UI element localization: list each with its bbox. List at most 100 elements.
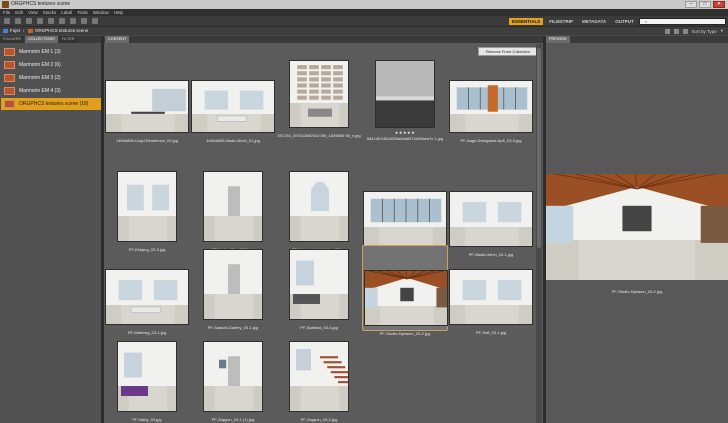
thumbnail[interactable]: PF-Maleveg_03-1.jpg xyxy=(104,245,190,335)
thumbnail-filename: PF-Zappon_03-1 (1).jpg xyxy=(211,417,255,422)
preview-image[interactable] xyxy=(546,174,728,280)
collection-item[interactable]: Marmorin EM 4 (3) xyxy=(1,85,101,97)
thumbnail[interactable]: ★★★★★ 6841d57d51d526a64a6574e05bea7c 1.jp… xyxy=(362,56,448,141)
breadcrumb-root[interactable]: Fujet xyxy=(10,28,20,33)
camera-icon[interactable] xyxy=(37,18,43,24)
thumbnail[interactable]: PF-Mads-Ulrich_03-1.jpg xyxy=(448,167,534,257)
toolbar: ESSENTIALS FILMSTRIP METADATA OUTPUT ⌕ xyxy=(0,16,728,27)
thumbnail-image[interactable] xyxy=(375,60,435,128)
thumbnail-filename: PF-Spallard_03-4.jpg xyxy=(300,325,338,330)
menu-view[interactable]: View xyxy=(28,10,38,15)
forward-icon[interactable] xyxy=(15,18,21,24)
back-icon[interactable] xyxy=(4,18,10,24)
thumbnail[interactable]: PF-Holgaard-Arkitekter_03.jpg xyxy=(276,167,362,253)
preview-panel: PREVIEW PF-Studio-Nyhamn_03-2.jpg xyxy=(546,36,728,423)
search-input[interactable]: ⌕ xyxy=(639,18,726,25)
scrollbar-thumb[interactable] xyxy=(537,48,541,248)
maximize-button[interactable]: □ xyxy=(699,1,711,8)
close-button[interactable]: ✕ xyxy=(713,1,725,8)
collection-item[interactable]: Marmorin EM 2 (6) xyxy=(1,59,101,71)
thumbnail[interactable]: PF-Esbjerg_03-3.jpg xyxy=(104,167,190,253)
rating-stars[interactable]: ★★★★★ xyxy=(362,130,448,135)
thumbnail-filename: PF-Maleveg_03-1.jpg xyxy=(127,330,167,335)
thumbnail-image[interactable] xyxy=(117,171,177,242)
menu-label[interactable]: Label xyxy=(61,10,72,15)
search-icon: ⌕ xyxy=(645,19,648,24)
thumbnail[interactable]: PF-Zappon_03-1 (1).jpg xyxy=(190,337,276,423)
minimize-button[interactable]: – xyxy=(685,1,697,8)
workspace-metadata[interactable]: METADATA xyxy=(579,18,609,25)
workspace-output[interactable]: OUTPUT xyxy=(612,18,637,25)
stars-filter-icon[interactable] xyxy=(664,28,670,34)
thumbnail[interactable]: PF-Hafen-City_03-3.jpg xyxy=(190,167,276,253)
thumbnail[interactable]: PF-Spallard_03-4.jpg xyxy=(276,245,362,331)
sort-by-label[interactable]: Sort by Type xyxy=(692,29,717,34)
content-panel: CONTENT Remove From Collection 1460a659-… xyxy=(104,36,543,423)
thumbnail[interactable]: 1460a659-Lloyd-Residence_02.jpg xyxy=(104,56,190,143)
toolbar-icons xyxy=(4,18,98,24)
thumbnail-image[interactable] xyxy=(203,341,263,412)
window-title: ORGPHCS textures scene xyxy=(11,1,71,7)
thumbnail-image[interactable] xyxy=(203,249,263,320)
menu-window[interactable]: Window xyxy=(93,10,109,15)
thumbnail-image[interactable] xyxy=(363,191,447,247)
thumbnail-image[interactable] xyxy=(191,80,275,133)
tab-filter[interactable]: FILTER xyxy=(58,36,78,43)
thumbnail-filename: PF-Saatchi-Gallery_03-1.jpg xyxy=(207,325,259,330)
folder-icon[interactable] xyxy=(26,18,32,24)
menu-help[interactable]: Help xyxy=(114,10,123,15)
collection-icon xyxy=(28,29,33,33)
menu-file[interactable]: File xyxy=(3,10,10,15)
thumbnail[interactable]: PF-Studio-Nyhamn_03-2.jpg xyxy=(362,245,448,336)
rotate-left-icon[interactable] xyxy=(70,18,76,24)
thumbnail[interactable]: PF-Valby_03.jpg xyxy=(104,337,190,423)
tab-collections[interactable]: COLLECTIONS xyxy=(24,36,58,43)
workspace-essentials[interactable]: ESSENTIALS xyxy=(509,18,544,25)
thumbnail-image[interactable] xyxy=(105,80,189,133)
thumbnail[interactable]: PF-Soft_03-1.jpg xyxy=(448,245,534,335)
path-bar-controls: Sort by Type ▾ xyxy=(664,28,723,34)
collection-item[interactable]: Marmorin EM 3 (2) xyxy=(1,72,101,84)
thumbnail-image[interactable] xyxy=(289,171,349,242)
chevron-down-icon[interactable]: ▾ xyxy=(721,28,723,34)
thumbnail-image[interactable] xyxy=(449,191,533,247)
thumbnail-image[interactable] xyxy=(364,270,448,326)
thumbnail[interactable]: PF-Isb_03.jpg xyxy=(362,167,448,257)
open-recent-icon[interactable] xyxy=(59,18,65,24)
tab-folders[interactable]: FOLDERS xyxy=(0,36,24,43)
menu-tools[interactable]: Tools xyxy=(77,10,88,15)
thumbnail-image[interactable] xyxy=(449,269,533,325)
workspace-filmstrip[interactable]: FILMSTRIP xyxy=(546,18,576,25)
thumbnail-image[interactable] xyxy=(105,269,189,325)
thumbnail-image[interactable] xyxy=(289,249,349,320)
thumbnail-image[interactable] xyxy=(289,60,349,128)
collection-icon xyxy=(4,87,15,95)
thumbnail[interactable]: PF-Zappon_03-2.jpg xyxy=(276,337,362,423)
tab-content[interactable]: CONTENT xyxy=(105,36,130,43)
collection-item[interactable]: Marmorin EM 1 (3) xyxy=(1,46,101,58)
thumbnail[interactable]: PF-Saatchi-Gallery_03-1.jpg xyxy=(190,245,276,331)
thumbnail-filename: PF-Aage-Damgaard-Ap5_03-3.jpg xyxy=(460,138,522,143)
thumbnail-image[interactable] xyxy=(203,171,263,242)
view-options-icon[interactable] xyxy=(673,28,679,34)
thumbnail-image[interactable] xyxy=(449,80,533,133)
menu-edit[interactable]: Edit xyxy=(15,10,23,15)
thumbnail-image[interactable] xyxy=(289,341,349,412)
collection-item-selected[interactable]: ORGPHCS textures scene (18) xyxy=(1,98,101,110)
tab-preview[interactable]: PREVIEW xyxy=(546,36,570,43)
trash-icon[interactable] xyxy=(92,18,98,24)
refine-icon[interactable] xyxy=(48,18,54,24)
thumbnail[interactable]: 391734_297513887610780_1639856 98_n.jpg xyxy=(276,56,362,139)
preview-tab-bar: PREVIEW xyxy=(546,36,728,43)
remove-from-collection-button[interactable]: Remove From Collection xyxy=(478,47,538,56)
thumbnail[interactable]: PF-Aage-Damgaard-Ap5_03-3.jpg xyxy=(448,56,534,143)
content-scrollbar[interactable] xyxy=(536,44,542,423)
breadcrumb-current[interactable]: ORGPHCS textures scene xyxy=(35,28,88,33)
rotate-right-icon[interactable] xyxy=(81,18,87,24)
thumbnail-filename: 391734_297513887610780_1639856 98_n.jpg xyxy=(277,133,361,138)
thumbnail[interactable]: 1460a660-Mads-Ulrich_01.jpg xyxy=(190,56,276,143)
new-folder-icon[interactable] xyxy=(682,28,688,34)
thumbnail-image[interactable] xyxy=(117,341,177,412)
menu-stacks[interactable]: Stacks xyxy=(43,10,57,15)
thumbnail-filename: PF-Zappon_03-2.jpg xyxy=(300,417,338,422)
